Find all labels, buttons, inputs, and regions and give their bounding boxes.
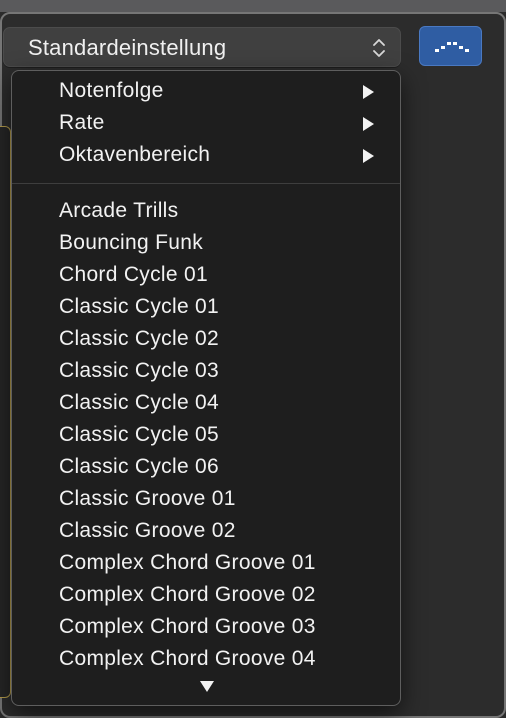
preset-item[interactable]: Complex Chord Groove 04 <box>12 645 400 677</box>
preset-item-label: Classic Cycle 02 <box>59 327 220 350</box>
preset-item[interactable]: Classic Cycle 04 <box>12 389 400 421</box>
submenu-arrow-icon <box>363 117 374 131</box>
preset-item[interactable]: Classic Cycle 05 <box>12 421 400 453</box>
preset-item[interactable]: Complex Chord Groove 01 <box>12 549 400 581</box>
preset-item-label: Classic Groove 02 <box>59 519 236 542</box>
top-strip <box>0 0 506 12</box>
preset-item[interactable]: Arcade Trills <box>12 197 400 229</box>
menu-separator <box>12 183 400 184</box>
preset-item-label: Classic Cycle 05 <box>59 423 220 446</box>
menu-item-notenfolge[interactable]: Notenfolge <box>12 77 400 109</box>
submenu-arrow-icon <box>363 85 374 99</box>
preset-item[interactable]: Classic Groove 01 <box>12 485 400 517</box>
menu-item-oktavenbereich[interactable]: Oktavenbereich <box>12 141 400 173</box>
preset-item-label: Classic Cycle 01 <box>59 295 220 318</box>
preset-item[interactable]: Classic Cycle 02 <box>12 325 400 357</box>
menu-item-label: Notenfolge <box>59 79 164 102</box>
preset-item-label: Complex Chord Groove 04 <box>59 647 316 670</box>
preset-item[interactable]: Classic Cycle 06 <box>12 453 400 485</box>
preset-menu: Notenfolge Rate Oktavenbereich Arcade Tr… <box>11 70 401 706</box>
preset-item-label: Classic Cycle 06 <box>59 455 220 478</box>
preset-item-label: Classic Cycle 03 <box>59 359 220 382</box>
preset-item-label: Complex Chord Groove 03 <box>59 615 316 638</box>
scroll-down-arrow-icon[interactable] <box>200 681 214 692</box>
preset-item-label: Complex Chord Groove 02 <box>59 583 316 606</box>
preset-item[interactable]: Complex Chord Groove 03 <box>12 613 400 645</box>
preset-item-label: Bouncing Funk <box>59 231 203 254</box>
preset-item[interactable]: Classic Groove 02 <box>12 517 400 549</box>
up-down-chevron-icon <box>371 36 387 60</box>
preset-item-label: Classic Groove 01 <box>59 487 236 510</box>
preset-item-label: Classic Cycle 04 <box>59 391 220 414</box>
arpeggio-mode-button[interactable] <box>419 26 482 66</box>
preset-popup-button[interactable]: Standardeinstellung <box>3 27 401 67</box>
preset-item[interactable]: Classic Cycle 03 <box>12 357 400 389</box>
menu-item-label: Rate <box>59 111 105 134</box>
preset-item-label: Arcade Trills <box>59 199 179 222</box>
submenu-arrow-icon <box>363 149 374 163</box>
preset-popup-label: Standardeinstellung <box>28 35 227 60</box>
preset-item-label: Complex Chord Groove 01 <box>59 551 316 574</box>
preset-item-label: Chord Cycle 01 <box>59 263 208 286</box>
preset-item[interactable]: Complex Chord Groove 02 <box>12 581 400 613</box>
menu-item-rate[interactable]: Rate <box>12 109 400 141</box>
preset-item[interactable]: Chord Cycle 01 <box>12 261 400 293</box>
side-panel <box>0 126 11 698</box>
preset-item[interactable]: Classic Cycle 01 <box>12 293 400 325</box>
menu-item-label: Oktavenbereich <box>59 143 211 166</box>
preset-item[interactable]: Bouncing Funk <box>12 229 400 261</box>
